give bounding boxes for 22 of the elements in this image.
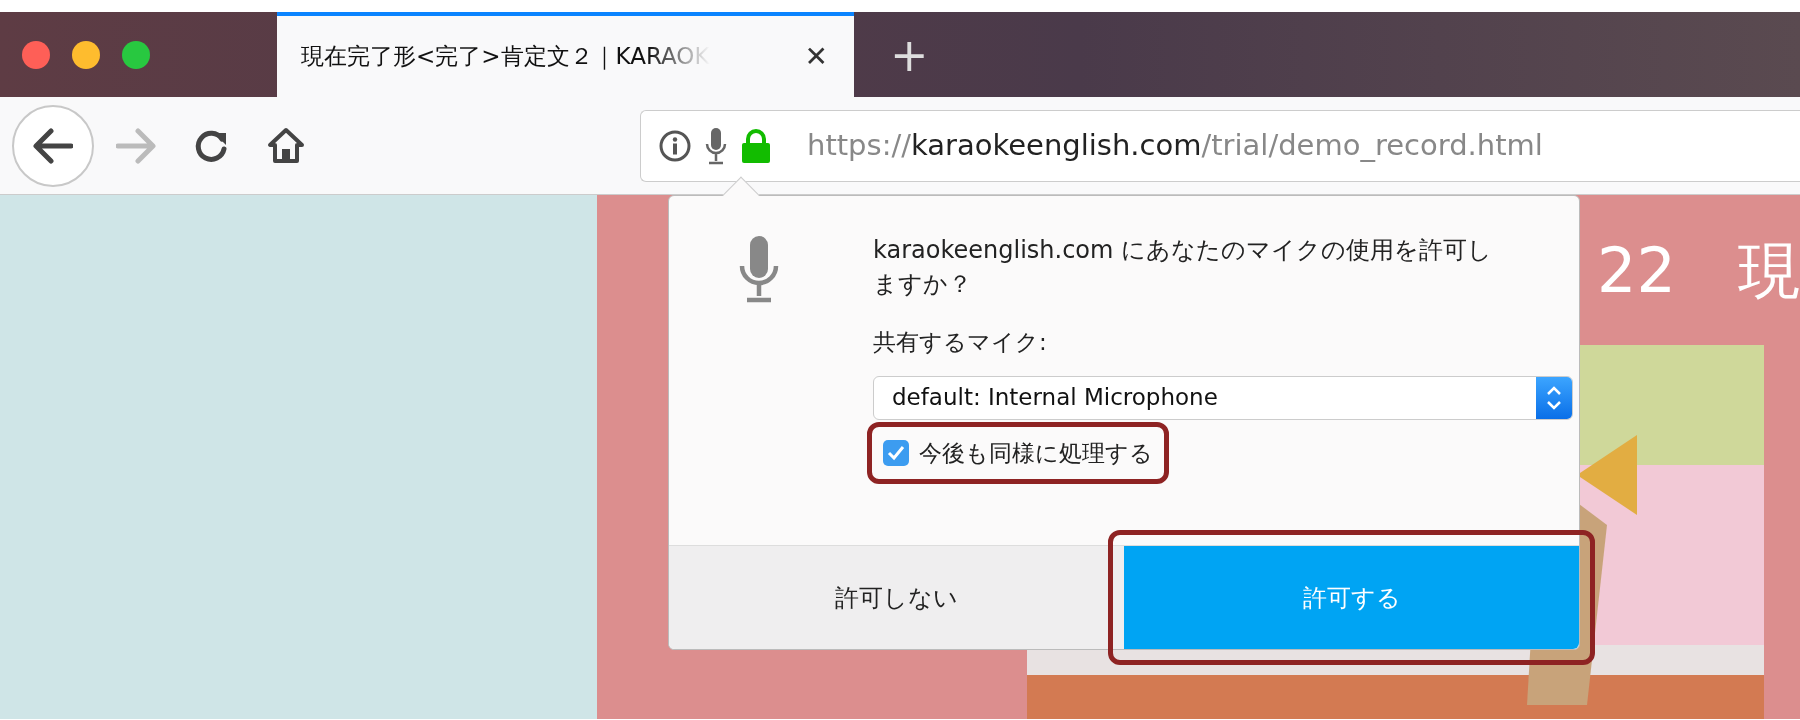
address-bar[interactable]: https://karaokeenglish.com/trial/demo_record.html [640, 109, 1800, 182]
microphone-icon [739, 234, 779, 304]
deny-button[interactable]: 許可しない [669, 546, 1124, 649]
browser-tab[interactable]: 現在完了形<完了>肯定文２｜KARAOK ✕ [277, 12, 854, 97]
checkmark-icon [887, 444, 905, 461]
house-icon [266, 125, 306, 166]
lock-icon [741, 128, 771, 163]
microphone-select[interactable]: default: Internal Microphone [873, 375, 1573, 420]
minimize-window-button[interactable] [72, 40, 100, 69]
unit-heading: 22 現 [1597, 232, 1800, 309]
new-tab-button[interactable]: + [884, 30, 935, 79]
permission-message: karaokeenglish.com にあなたのマイクの使用を許可しますか？ [873, 235, 1494, 300]
device-label: 共有するマイク: [873, 328, 1048, 358]
info-icon[interactable] [659, 129, 691, 162]
close-window-button[interactable] [22, 40, 50, 69]
close-tab-button[interactable]: ✕ [800, 35, 832, 78]
url-text[interactable]: https://karaokeenglish.com/trial/demo_record.html [807, 123, 1543, 168]
maximize-window-button[interactable] [122, 40, 150, 69]
right-arrow-icon [116, 127, 156, 164]
remember-checkbox[interactable]: 今後も同様に処理する [873, 427, 1163, 479]
left-arrow-icon [33, 127, 73, 164]
microphone-icon[interactable] [705, 126, 727, 165]
